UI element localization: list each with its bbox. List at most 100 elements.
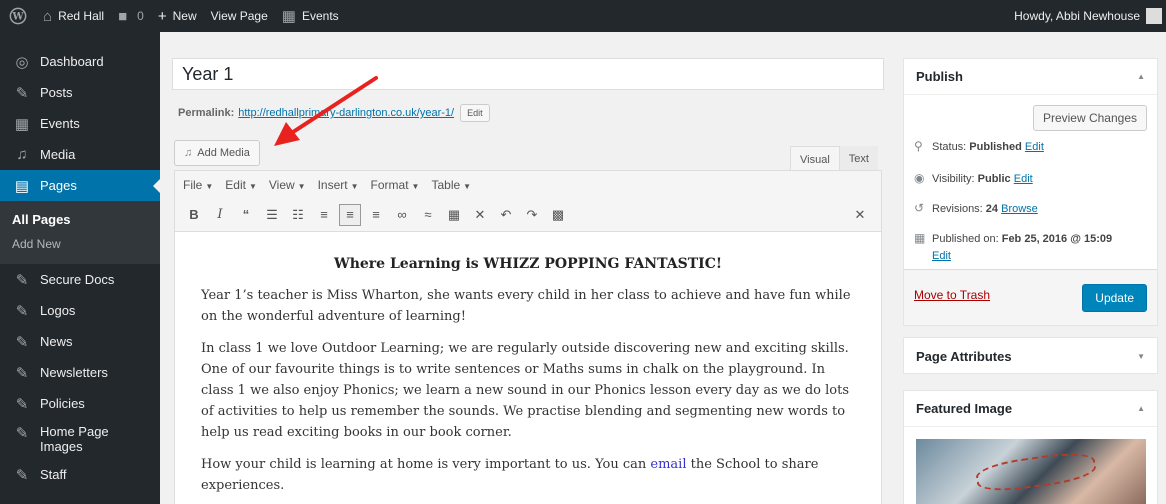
publish-actions: Move to Trash Update	[904, 269, 1157, 325]
account-menu[interactable]: Howdy, Abbi Newhouse	[1007, 0, 1166, 32]
site-name-link[interactable]: ⌂ Red Hall	[36, 0, 111, 32]
revisions-browse-link[interactable]: Browse	[1001, 203, 1038, 215]
page-attributes-header[interactable]: Page Attributes ▼	[904, 338, 1157, 374]
bullet-list-icon[interactable]: ☰	[261, 204, 283, 226]
menu-table[interactable]: Table ▼	[431, 178, 471, 192]
view-page-link[interactable]: View Page	[204, 0, 275, 32]
pages-icon: ▤	[14, 177, 30, 195]
collapse-arrow-icon[interactable]: ▲	[1137, 72, 1145, 81]
toolbar-toggle-icon[interactable]: ▩	[547, 204, 569, 226]
menu-edit[interactable]: Edit ▼	[225, 178, 257, 192]
permalink-edit-button[interactable]: Edit	[460, 104, 490, 122]
content-paragraph: In class 1 we love Outdoor Learning; we …	[201, 341, 850, 440]
sidebar-item-home-page-images[interactable]: ✎ Home Page Images	[0, 419, 160, 459]
image-detail	[974, 448, 1098, 496]
redo-icon[interactable]: ↷	[521, 204, 543, 226]
permalink-url-link[interactable]: http://redhallprimary-darlington.co.uk/y…	[238, 107, 454, 119]
media-icon: ♫	[184, 147, 193, 159]
numbered-list-icon[interactable]: ☷	[287, 204, 309, 226]
published-on-row: ▦ Published on: Feb 25, 2016 @ 15:09 Edit	[914, 231, 1113, 262]
featured-image-header[interactable]: Featured Image ▲	[904, 391, 1157, 427]
pin-icon: ✎	[15, 302, 29, 320]
view-page-label: View Page	[210, 9, 268, 23]
expand-arrow-icon[interactable]: ▼	[1137, 352, 1145, 361]
sidebar-item-events[interactable]: ▦ Events	[0, 108, 160, 139]
menu-view[interactable]: View ▼	[269, 178, 306, 192]
unlink-icon[interactable]: ≈	[417, 204, 439, 226]
link-icon[interactable]: ∞	[391, 204, 413, 226]
caret-down-icon: ▼	[350, 181, 359, 191]
sidebar-item-newsletters[interactable]: ✎ Newsletters	[0, 357, 160, 388]
submenu-all-pages[interactable]: All Pages	[0, 207, 160, 232]
howdy-text: Howdy, Abbi Newhouse	[1014, 9, 1140, 23]
caret-down-icon: ▼	[205, 181, 214, 191]
site-name: Red Hall	[58, 9, 105, 23]
update-button[interactable]: Update	[1082, 284, 1147, 312]
expand-icon[interactable]: ✕	[849, 204, 871, 226]
visibility-edit-link[interactable]: Edit	[1014, 173, 1033, 185]
avatar	[1146, 8, 1162, 24]
sidebar-item-news[interactable]: ✎ News	[0, 326, 160, 357]
menu-format[interactable]: Format ▼	[371, 178, 420, 192]
publish-box: Publish ▲ Preview Changes ⚲ Status: Publ…	[903, 58, 1158, 326]
eye-icon: ◉	[914, 171, 925, 185]
sidebar-item-pages[interactable]: ▤ Pages	[0, 170, 160, 201]
sidebar-item-secure-docs[interactable]: ✎ Secure Docs	[0, 264, 160, 295]
pin-icon: ✎	[15, 84, 29, 102]
comments-link[interactable]: ■ 0	[111, 0, 151, 32]
collapse-arrow-icon[interactable]: ▲	[1137, 404, 1145, 413]
calendar-icon: ▦	[281, 8, 296, 25]
page-attributes-box: Page Attributes ▼	[903, 337, 1158, 374]
post-title-input[interactable]	[172, 58, 884, 90]
sidebar-item-media[interactable]: ♫ Media	[0, 139, 160, 170]
bold-icon[interactable]: B	[183, 204, 205, 226]
add-media-button[interactable]: ♫ Add Media	[174, 140, 260, 166]
tab-visual[interactable]: Visual	[790, 146, 840, 173]
calendar-icon: ▦	[14, 115, 30, 133]
editor-tabs: Visual Text	[790, 146, 878, 173]
fullscreen-icon[interactable]: ✕	[469, 204, 491, 226]
wordpress-logo-icon[interactable]: W	[0, 0, 36, 32]
editor-menubar: File ▼ Edit ▼ View ▼ Insert ▼ Format ▼ Table ▼	[175, 171, 881, 198]
published-edit-link[interactable]: Edit	[932, 250, 951, 262]
plus-icon: +	[157, 7, 167, 25]
status-edit-link[interactable]: Edit	[1025, 141, 1044, 153]
home-icon: ⌂	[43, 7, 53, 25]
caret-down-icon: ▼	[411, 181, 420, 191]
sidebar-item-logos[interactable]: ✎ Logos	[0, 295, 160, 326]
align-right-icon[interactable]: ≡	[365, 204, 387, 226]
submenu-add-new[interactable]: Add New	[0, 232, 160, 256]
content-paragraph: Year 1’s teacher is Miss Wharton, she wa…	[201, 288, 851, 324]
email-link[interactable]: email	[650, 457, 686, 472]
blockquote-icon[interactable]: “	[235, 204, 257, 226]
editor-content[interactable]: Where Learning is WHIZZ POPPING FANTASTI…	[175, 232, 881, 496]
undo-icon[interactable]: ↶	[495, 204, 517, 226]
table-icon[interactable]: ▦	[443, 204, 465, 226]
move-to-trash-link[interactable]: Move to Trash	[914, 288, 990, 302]
new-content-link[interactable]: + New	[151, 0, 204, 32]
sidebar-item-posts[interactable]: ✎ Posts	[0, 77, 160, 108]
sidebar-item-staff[interactable]: ✎ Staff	[0, 459, 160, 490]
content-editor: File ▼ Edit ▼ View ▼ Insert ▼ Format ▼ Table ▼…	[174, 170, 882, 504]
sidebar-item-dashboard[interactable]: ◎ Dashboard	[0, 46, 160, 77]
content-heading: Where Learning is WHIZZ POPPING FANTASTI…	[333, 256, 722, 272]
align-center-icon[interactable]: ≡	[339, 203, 361, 226]
sidebar-item-policies[interactable]: ✎ Policies	[0, 388, 160, 419]
events-link[interactable]: ▦ Events	[275, 0, 346, 32]
preview-changes-button[interactable]: Preview Changes	[1032, 105, 1147, 131]
publish-box-header[interactable]: Publish ▲	[904, 59, 1157, 95]
media-icon: ♫	[16, 146, 28, 163]
italic-icon[interactable]: I	[209, 204, 231, 226]
menu-file[interactable]: File ▼	[183, 178, 213, 192]
admin-sidebar: ◎ Dashboard ✎ Posts ▦ Events ♫ Media ▤ P…	[0, 32, 160, 504]
sidebar-item-label: Home Page Images	[40, 424, 109, 454]
featured-image-title: Featured Image	[916, 401, 1013, 416]
featured-image-thumbnail[interactable]	[916, 439, 1146, 504]
tab-text[interactable]: Text	[839, 146, 878, 173]
pages-submenu: All Pages Add New	[0, 201, 160, 264]
permalink-row: Permalink: http://redhallprimary-darling…	[178, 104, 490, 122]
menu-insert[interactable]: Insert ▼	[318, 178, 359, 192]
publish-title: Publish	[916, 69, 963, 84]
sidebar-item-label: Pages	[40, 178, 77, 193]
align-left-icon[interactable]: ≡	[313, 204, 335, 226]
